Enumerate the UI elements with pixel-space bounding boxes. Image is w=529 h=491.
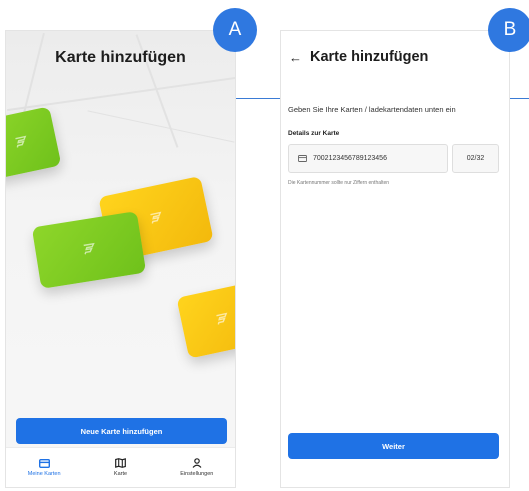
card-number-value: 7002123456789123456 <box>313 155 387 162</box>
user-icon <box>192 458 202 468</box>
card-icon <box>298 155 307 162</box>
card-icon <box>38 458 50 468</box>
card-logo-icon <box>150 211 162 224</box>
card-logo-icon <box>83 242 95 255</box>
page-title: Karte hinzufügen <box>55 49 186 66</box>
card-logo-icon <box>15 135 27 148</box>
card-number-field[interactable]: 7002123456789123456 <box>288 144 448 173</box>
arrow-left-icon[interactable]: ← <box>289 50 302 65</box>
tab-label: Meine Karten <box>27 470 61 477</box>
expiry-field[interactable]: 02/32 <box>452 144 499 173</box>
tab-karte[interactable]: Karte <box>82 448 158 487</box>
screen-b: ← Karte hinzufügen Geben Sie Ihre Karten… <box>280 30 510 488</box>
tab-label: Einstellungen <box>180 471 214 477</box>
screen-a: Karte hinzufügen Neue Karte hinzufügen M… <box>5 30 236 488</box>
connector-line-right <box>510 98 529 99</box>
page-title: Karte hinzufügen <box>310 49 429 65</box>
tab-bar: Meine Karten Karte Einstellungen <box>6 447 235 487</box>
next-button[interactable]: Weiter <box>288 433 499 459</box>
add-card-button[interactable]: Neue Karte hinzufügen <box>16 418 227 444</box>
section-label: Details zur Karte <box>288 130 340 137</box>
map-icon <box>115 458 126 468</box>
connector-line-left <box>236 98 280 99</box>
badge-a: A <box>213 8 257 52</box>
expiry-value: 02/32 <box>466 155 485 162</box>
tab-label: Karte <box>113 471 128 477</box>
tab-meine-karten[interactable]: Meine Karten <box>6 448 82 487</box>
header: ← Karte hinzufügen <box>289 49 428 65</box>
badge-b: B <box>488 8 529 52</box>
helper-text: Die Kartennummer sollte nur Ziffern enth… <box>288 180 390 186</box>
instruction-text: Geben Sie Ihre Karten / ladekartendaten … <box>288 105 456 114</box>
card-logo-icon <box>216 312 228 325</box>
tab-einstellungen[interactable]: Einstellungen <box>159 448 235 487</box>
